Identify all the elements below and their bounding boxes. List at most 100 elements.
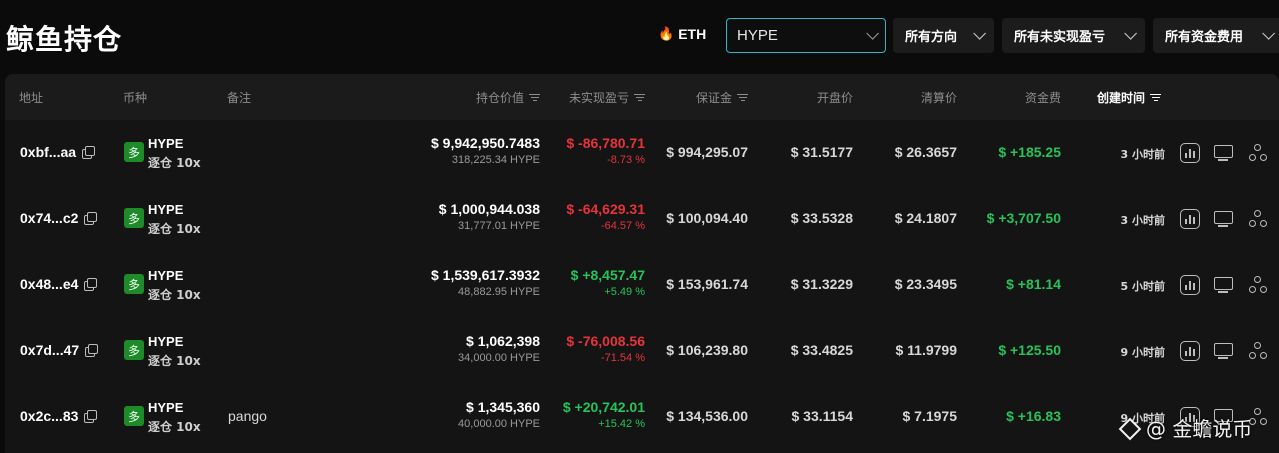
column-header-margin[interactable]: 保证金 [696, 89, 748, 106]
column-header-coin: 币种 [123, 91, 148, 105]
entry-price: $ 33.5328 [790, 210, 853, 226]
table-row[interactable]: 0x74...c2 多 HYPE 逐仓 10x $ 1,000,944.038 … [5, 186, 1279, 252]
address-text[interactable]: 0x7d...47 [20, 342, 79, 358]
created-time: 3 小时前 [1120, 214, 1165, 227]
unrealized-pnl-percent: -64.57 % [600, 220, 645, 232]
address-cell[interactable]: 0x74...c2 [20, 210, 98, 226]
address-cell[interactable]: 0x7d...47 [20, 342, 99, 358]
liquidation-price: $ 11.9799 [895, 342, 957, 358]
top-bar: 鲸鱼持仓 🔥 ETH 所有方向 所有未实现盈亏 所有资金费用 [0, 0, 1279, 74]
margin-value: $ 153,961.74 [666, 276, 748, 292]
copy-icon[interactable] [84, 278, 98, 291]
column-header-note: 备注 [227, 91, 252, 105]
table-header: 地址 币种 备注 持仓价值 未实现盈亏 保证金 开盘价 清算价 资金费 创建时间 [5, 74, 1279, 120]
column-header-unrealized-pnl[interactable]: 未实现盈亏 [569, 89, 645, 106]
coin-search-input[interactable] [737, 27, 847, 44]
long-badge: 多 [124, 208, 144, 228]
coin-name: HYPE [148, 334, 184, 349]
margin-mode: 逐仓 10x [148, 288, 201, 302]
monitor-icon[interactable] [1213, 209, 1233, 229]
chart-icon[interactable] [1180, 341, 1200, 361]
sort-icon[interactable] [1150, 93, 1162, 102]
positions-table: 地址 币种 备注 持仓价值 未实现盈亏 保证金 开盘价 清算价 资金费 创建时间… [5, 74, 1279, 453]
created-time: 9 小时前 [1120, 346, 1165, 359]
coin-search-box[interactable] [726, 18, 886, 53]
monitor-icon[interactable] [1213, 275, 1233, 295]
funding-fee: $ +81.14 [1006, 276, 1061, 292]
chevron-down-icon [973, 27, 986, 40]
copy-icon[interactable] [84, 410, 98, 423]
watermark-text: @ 金蟾说币 [1146, 417, 1253, 441]
share-icon[interactable] [1248, 209, 1268, 229]
position-size: 318,225.34 HYPE [451, 154, 540, 166]
eth-filter-chip[interactable]: 🔥 ETH [658, 26, 706, 42]
direction-filter-dropdown[interactable]: 所有方向 [893, 18, 994, 53]
share-icon[interactable] [1248, 341, 1268, 361]
table-row[interactable]: 0x48...e4 多 HYPE 逐仓 10x $ 1,539,617.3932… [5, 252, 1279, 318]
watermark-logo-icon [1118, 417, 1140, 439]
funding-fee: $ +185.25 [998, 144, 1061, 160]
sort-icon[interactable] [634, 93, 645, 102]
margin-mode: 逐仓 10x [148, 420, 201, 434]
liquidation-price: $ 24.1807 [894, 210, 957, 226]
created-time: 5 小时前 [1120, 280, 1165, 293]
chart-icon[interactable] [1180, 209, 1200, 229]
share-icon[interactable] [1248, 143, 1268, 163]
copy-icon[interactable] [84, 212, 98, 225]
pnl-filter-dropdown[interactable]: 所有未实现盈亏 [1002, 18, 1145, 53]
long-badge: 多 [124, 406, 144, 426]
copy-icon[interactable] [82, 146, 96, 159]
chart-icon[interactable] [1180, 143, 1200, 163]
share-icon[interactable] [1248, 275, 1268, 295]
eth-label: ETH [678, 26, 707, 42]
long-badge: 多 [124, 340, 144, 360]
coin-name: HYPE [148, 202, 184, 217]
monitor-icon[interactable] [1213, 341, 1233, 361]
unrealized-pnl-percent: -71.54 % [600, 352, 645, 364]
chevron-down-icon[interactable] [866, 27, 879, 40]
address-text[interactable]: 0x74...c2 [20, 210, 78, 226]
sort-icon[interactable] [529, 93, 540, 102]
direction-filter-label: 所有方向 [905, 30, 958, 45]
unrealized-pnl: $ +20,742.01 [562, 399, 645, 415]
address-text[interactable]: 0xbf...aa [20, 144, 76, 160]
flame-icon: 🔥 [658, 26, 675, 41]
coin-name: HYPE [148, 400, 184, 415]
address-cell[interactable]: 0xbf...aa [20, 144, 96, 160]
position-value: $ 1,000,944.038 [438, 201, 540, 217]
long-badge: 多 [124, 274, 144, 294]
address-cell[interactable]: 0x2c...83 [20, 408, 98, 424]
position-size: 40,000.00 HYPE [458, 418, 540, 430]
table-row[interactable]: 0xbf...aa 多 HYPE 逐仓 10x $ 9,942,950.7483… [5, 120, 1279, 186]
column-header-liq-price: 清算价 [920, 91, 957, 105]
liquidation-price: $ 7.1975 [902, 408, 958, 424]
funding-filter-dropdown[interactable]: 所有资金费用 [1153, 18, 1279, 53]
margin-mode: 逐仓 10x [148, 354, 201, 368]
monitor-icon[interactable] [1213, 143, 1233, 163]
chevron-down-icon [1262, 27, 1275, 40]
column-header-entry-price: 开盘价 [816, 91, 853, 105]
column-header-position-value[interactable]: 持仓价值 [476, 89, 540, 106]
copy-icon[interactable] [85, 344, 99, 357]
unrealized-pnl-percent: -8.73 % [607, 154, 645, 166]
pnl-filter-label: 所有未实现盈亏 [1014, 30, 1106, 45]
position-value: $ 1,345,360 [466, 399, 540, 415]
entry-price: $ 31.3229 [790, 276, 853, 292]
unrealized-pnl: $ -64,629.31 [566, 201, 645, 217]
sort-icon[interactable] [737, 93, 748, 102]
chart-icon[interactable] [1180, 275, 1200, 295]
funding-fee: $ +3,707.50 [986, 210, 1061, 226]
watermark: @ 金蟾说币 [1118, 413, 1252, 442]
coin-name: HYPE [148, 136, 184, 151]
unrealized-pnl-percent: +5.49 % [604, 286, 645, 298]
column-header-address: 地址 [19, 91, 44, 105]
created-time: 3 小时前 [1120, 148, 1165, 161]
table-row[interactable]: 0x7d...47 多 HYPE 逐仓 10x $ 1,062,398 34,0… [5, 318, 1279, 384]
address-text[interactable]: 0x48...e4 [20, 276, 78, 292]
table-row[interactable]: 0x2c...83 多 HYPE 逐仓 10x pango $ 1,345,36… [5, 384, 1279, 450]
address-text[interactable]: 0x2c...83 [20, 408, 78, 424]
unrealized-pnl: $ -76,008.56 [566, 333, 645, 349]
column-header-created[interactable]: 创建时间 [1097, 89, 1162, 106]
position-value: $ 1,539,617.3932 [431, 267, 540, 283]
address-cell[interactable]: 0x48...e4 [20, 276, 98, 292]
